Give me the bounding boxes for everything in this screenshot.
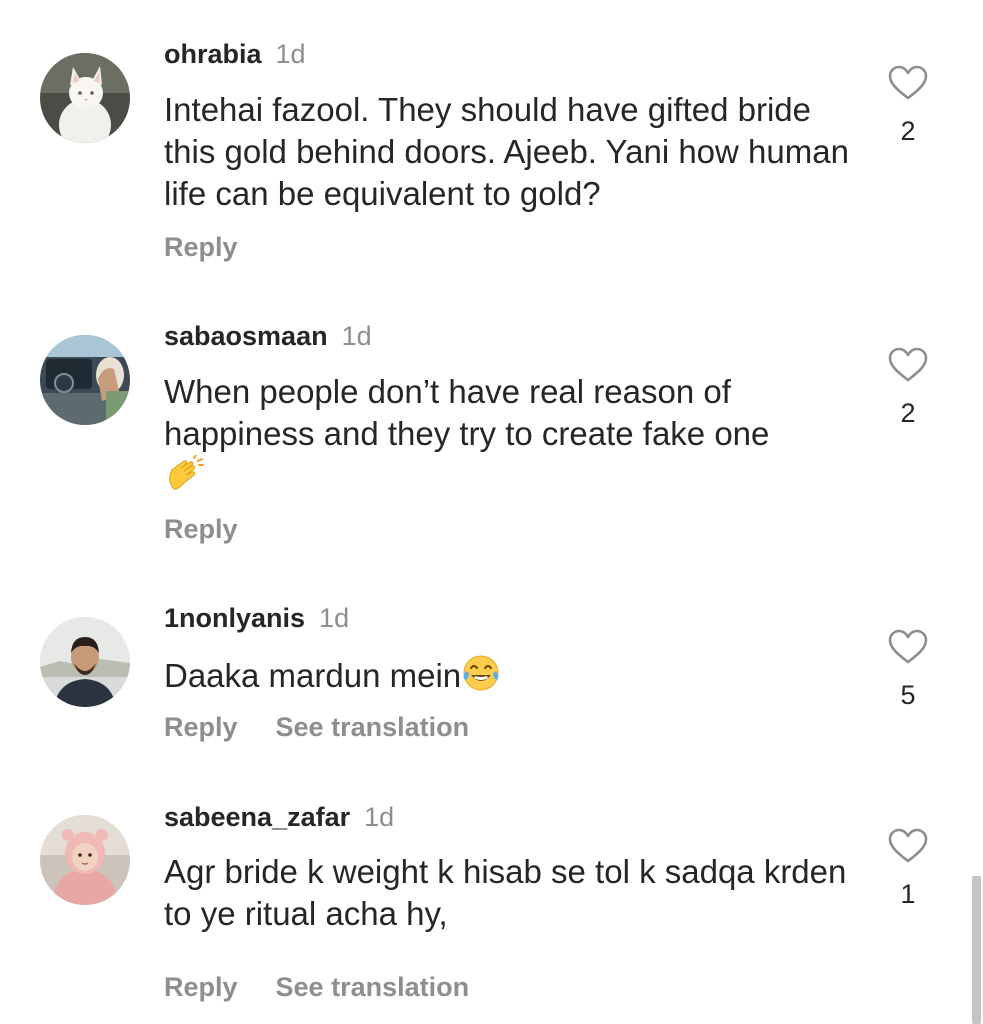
comment-text-content: Intehai fazool. They should have gifted …	[164, 91, 849, 212]
like-count: 5	[900, 680, 916, 710]
timestamp: 1d	[341, 321, 372, 351]
timestamp: 1d	[319, 603, 350, 633]
comment-actions: Reply	[164, 513, 238, 545]
heart-outline-icon[interactable]	[888, 828, 928, 864]
comment-actions: Reply See translation	[164, 971, 469, 1003]
heart-outline-icon[interactable]	[888, 347, 928, 383]
like-count: 2	[900, 116, 916, 146]
comment-actions: Reply	[164, 231, 238, 263]
heart-outline-icon[interactable]	[888, 629, 928, 665]
comment-text-content: Daaka mardun mein	[164, 657, 462, 694]
like-control: 2	[880, 347, 936, 429]
see-translation-button[interactable]: See translation	[276, 712, 470, 742]
reply-button[interactable]: Reply	[164, 972, 238, 1002]
comment-actions: Reply See translation	[164, 711, 469, 743]
comment-text: Daaka mardun mein	[164, 653, 854, 703]
timestamp: 1d	[275, 39, 306, 69]
reply-button[interactable]: Reply	[164, 514, 238, 544]
comment-text: Agr bride k weight k hisab se tol k sadq…	[164, 851, 854, 935]
like-count: 2	[900, 398, 916, 428]
comment-meta: 1nonlyanis 1d	[164, 602, 349, 634]
comment-text-content: Agr bride k weight k hisab se tol k sadq…	[164, 853, 847, 932]
see-translation-button[interactable]: See translation	[276, 972, 470, 1002]
avatar[interactable]	[40, 617, 130, 707]
avatar[interactable]	[40, 815, 130, 905]
like-count: 1	[900, 879, 916, 909]
comment-meta: ohrabia 1d	[164, 38, 306, 70]
comment-text-content: When people don’t have real reason of ha…	[164, 373, 770, 452]
avatar[interactable]	[40, 335, 130, 425]
username-link[interactable]: ohrabia	[164, 39, 262, 69]
comment-text: When people don’t have real reason of ha…	[164, 371, 854, 505]
like-control: 5	[880, 629, 936, 711]
username-link[interactable]: 1nonlyanis	[164, 603, 305, 633]
scrollbar[interactable]	[972, 876, 981, 1024]
comment-text: Intehai fazool. They should have gifted …	[164, 89, 854, 215]
reply-button[interactable]: Reply	[164, 232, 238, 262]
username-link[interactable]: sabeena_zafar	[164, 802, 350, 832]
timestamp: 1d	[364, 802, 395, 832]
comment-meta: sabeena_zafar 1d	[164, 801, 394, 833]
like-control: 2	[880, 65, 936, 147]
avatar[interactable]	[40, 53, 130, 143]
heart-outline-icon[interactable]	[888, 65, 928, 101]
like-control: 1	[880, 828, 936, 910]
face-with-tears-of-joy-icon	[461, 653, 501, 703]
username-link[interactable]: sabaosmaan	[164, 321, 328, 351]
clapping-hands-icon	[164, 454, 204, 505]
comment-meta: sabaosmaan 1d	[164, 320, 372, 352]
reply-button[interactable]: Reply	[164, 712, 238, 742]
